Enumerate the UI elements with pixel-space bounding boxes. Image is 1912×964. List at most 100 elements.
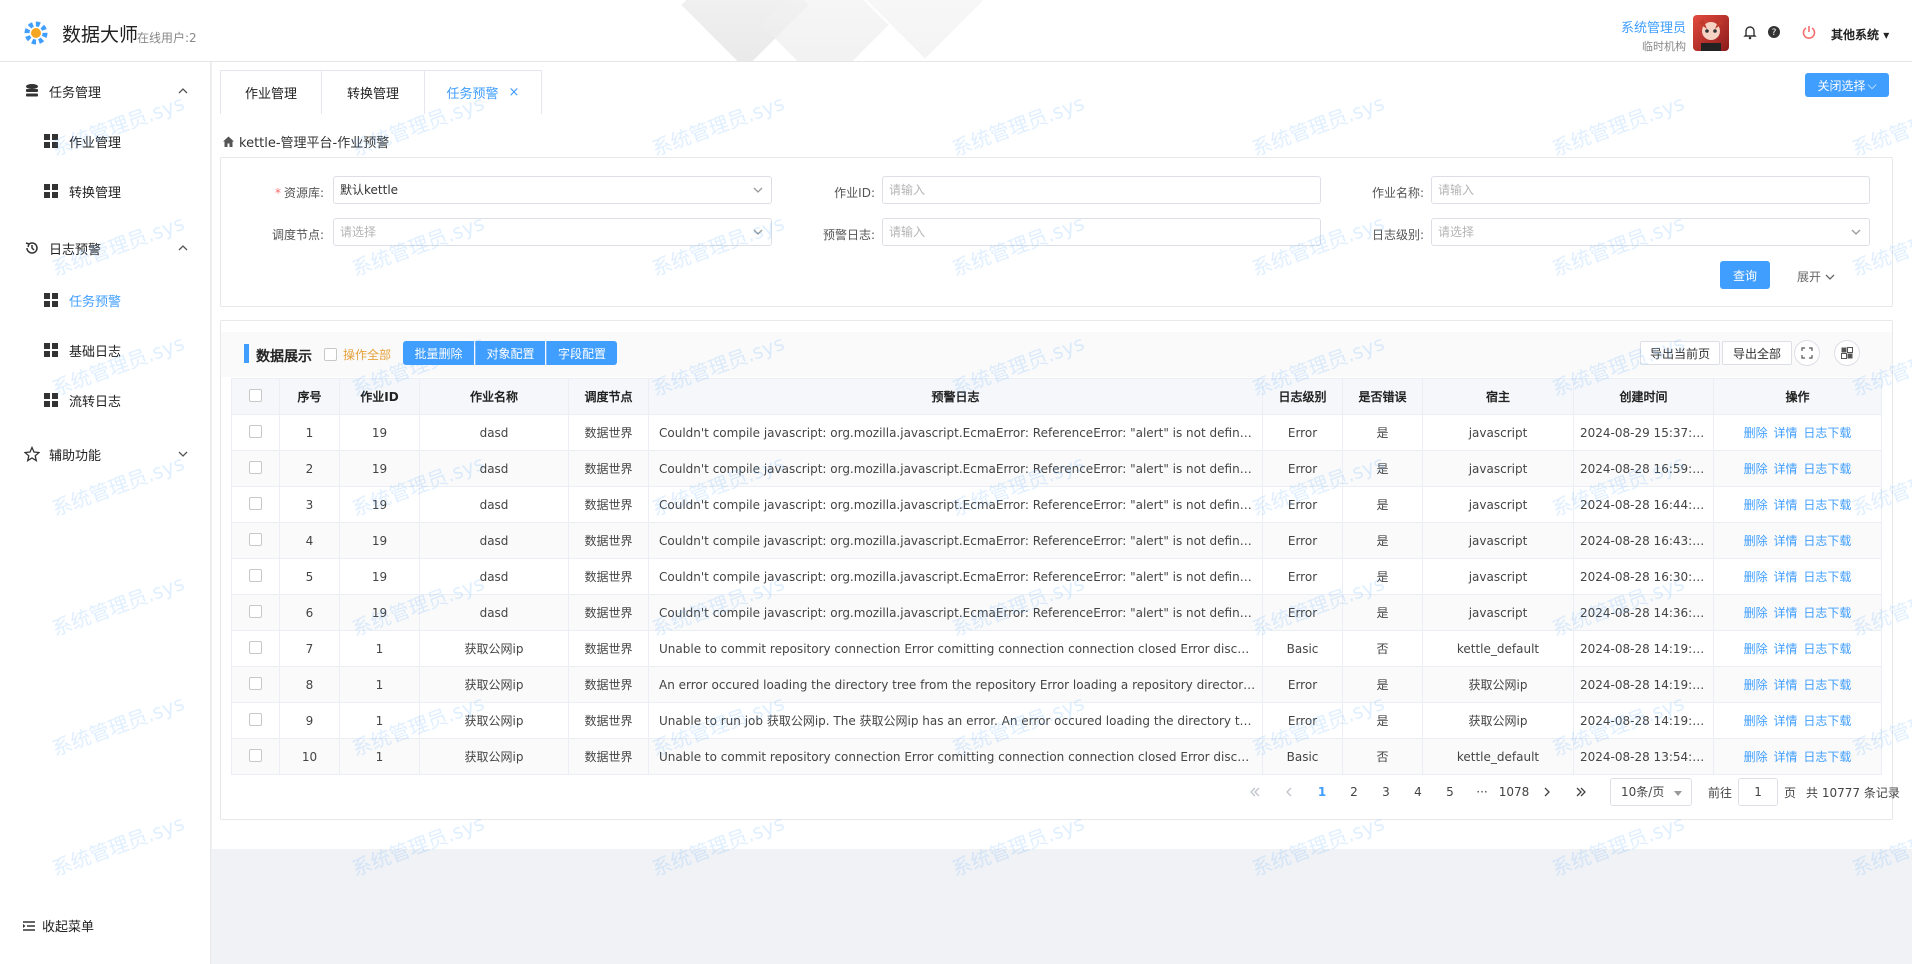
- delete-link[interactable]: 删除: [1744, 570, 1768, 584]
- job-name-input[interactable]: 请输入: [1431, 176, 1870, 204]
- detail-link[interactable]: 详情: [1773, 570, 1797, 584]
- detail-link[interactable]: 详情: [1773, 606, 1797, 620]
- resource-select[interactable]: 默认kettle: [333, 176, 772, 204]
- delete-link[interactable]: 删除: [1744, 498, 1768, 512]
- checkbox[interactable]: [249, 424, 262, 438]
- log-level-select[interactable]: 请选择: [1431, 218, 1870, 246]
- checkbox[interactable]: [249, 640, 262, 654]
- row-select[interactable]: [231, 414, 280, 451]
- avatar[interactable]: [1693, 15, 1729, 51]
- export-page-button[interactable]: 导出当前页: [1640, 341, 1720, 365]
- power-icon[interactable]: [1801, 24, 1817, 40]
- row-select[interactable]: [231, 522, 280, 559]
- checkbox[interactable]: [249, 532, 262, 546]
- delete-link[interactable]: 删除: [1744, 606, 1768, 620]
- page-number[interactable]: 3: [1370, 785, 1402, 799]
- log-download-link[interactable]: 日志下载: [1803, 750, 1851, 764]
- detail-link[interactable]: 详情: [1773, 678, 1797, 692]
- bell-icon[interactable]: [1742, 24, 1758, 40]
- batch-delete-button[interactable]: 批量删除: [403, 341, 474, 365]
- row-select[interactable]: [231, 702, 280, 739]
- detail-link[interactable]: 详情: [1773, 462, 1797, 476]
- log-download-link[interactable]: 日志下载: [1803, 426, 1851, 440]
- detail-link[interactable]: 详情: [1773, 498, 1797, 512]
- other-systems-dropdown[interactable]: 其他系统 ▾: [1831, 26, 1889, 43]
- page-number[interactable]: 1: [1306, 785, 1338, 799]
- page-number[interactable]: 5: [1434, 785, 1466, 799]
- log-download-link[interactable]: 日志下载: [1803, 606, 1851, 620]
- goto-page-input[interactable]: 1: [1738, 778, 1779, 806]
- detail-link[interactable]: 详情: [1773, 642, 1797, 656]
- close-selection-button[interactable]: 关闭选择 ⌵: [1805, 73, 1889, 97]
- detail-link[interactable]: 详情: [1773, 750, 1797, 764]
- delete-link[interactable]: 删除: [1744, 750, 1768, 764]
- query-button[interactable]: 查询: [1720, 261, 1770, 289]
- chevron-right-icon[interactable]: [1540, 785, 1554, 799]
- row-select[interactable]: [231, 486, 280, 523]
- log-download-link[interactable]: 日志下载: [1803, 498, 1851, 512]
- checkbox[interactable]: [249, 388, 262, 402]
- row-select[interactable]: [231, 450, 280, 487]
- user-name[interactable]: 系统管理员: [1621, 17, 1686, 36]
- sidebar-group-auxiliary[interactable]: 辅助功能: [0, 434, 211, 474]
- delete-link[interactable]: 删除: [1744, 462, 1768, 476]
- row-select[interactable]: [231, 738, 280, 775]
- export-all-button[interactable]: 导出全部: [1722, 341, 1792, 365]
- detail-link[interactable]: 详情: [1773, 714, 1797, 728]
- operate-all-checkbox[interactable]: 操作全部: [324, 346, 391, 363]
- page-number-last[interactable]: 1078: [1498, 785, 1530, 799]
- field-config-button[interactable]: 字段配置: [546, 341, 617, 365]
- detail-link[interactable]: 详情: [1773, 534, 1797, 548]
- log-download-link[interactable]: 日志下载: [1803, 678, 1851, 692]
- checkbox[interactable]: [249, 676, 262, 690]
- alert-log-input[interactable]: 请输入: [882, 218, 1321, 246]
- log-download-link[interactable]: 日志下载: [1803, 642, 1851, 656]
- page-number[interactable]: 2: [1338, 785, 1370, 799]
- sidebar-group-task-management[interactable]: 任务管理: [0, 71, 211, 111]
- log-download-link[interactable]: 日志下载: [1803, 714, 1851, 728]
- checkbox[interactable]: [249, 604, 262, 618]
- chevron-left-icon[interactable]: [1282, 785, 1296, 799]
- sidebar-item-transform-management[interactable]: 转换管理: [0, 171, 211, 211]
- double-chevron-right-icon[interactable]: [1574, 785, 1588, 799]
- close-icon[interactable]: ×: [509, 85, 520, 100]
- collapse-menu-button[interactable]: 收起菜单: [22, 916, 94, 935]
- tab-job-management[interactable]: 作业管理: [220, 70, 322, 114]
- tab-task-alert[interactable]: 任务预警 ×: [424, 70, 542, 114]
- column-layout-icon[interactable]: [1834, 340, 1860, 366]
- delete-link[interactable]: 删除: [1744, 534, 1768, 548]
- tab-transform-management[interactable]: 转换管理: [321, 70, 425, 114]
- log-download-link[interactable]: 日志下载: [1803, 570, 1851, 584]
- header-select-all[interactable]: [231, 378, 280, 415]
- expand-toggle[interactable]: 展开: [1797, 268, 1835, 285]
- sidebar-item-basic-log[interactable]: 基础日志: [0, 330, 211, 370]
- checkbox[interactable]: [249, 568, 262, 582]
- sidebar-item-task-alert[interactable]: 任务预警: [0, 280, 211, 320]
- row-select[interactable]: [231, 666, 280, 703]
- object-config-button[interactable]: 对象配置: [475, 341, 545, 365]
- row-select[interactable]: [231, 558, 280, 595]
- row-select[interactable]: [231, 630, 280, 667]
- sidebar-item-flow-log[interactable]: 流转日志: [0, 380, 211, 420]
- checkbox[interactable]: [324, 348, 337, 361]
- checkbox[interactable]: [249, 460, 262, 474]
- log-download-link[interactable]: 日志下载: [1803, 462, 1851, 476]
- help-icon[interactable]: ?: [1766, 24, 1782, 40]
- delete-link[interactable]: 删除: [1744, 642, 1768, 656]
- row-select[interactable]: [231, 594, 280, 631]
- node-select[interactable]: 请选择: [333, 218, 772, 246]
- page-number[interactable]: 4: [1402, 785, 1434, 799]
- job-id-input[interactable]: 请输入: [882, 176, 1321, 204]
- delete-link[interactable]: 删除: [1744, 678, 1768, 692]
- checkbox[interactable]: [249, 712, 262, 726]
- page-ellipsis[interactable]: ···: [1466, 785, 1498, 799]
- sidebar-item-job-management[interactable]: 作业管理: [0, 121, 211, 161]
- delete-link[interactable]: 删除: [1744, 426, 1768, 440]
- double-chevron-left-icon[interactable]: [1248, 785, 1262, 799]
- log-download-link[interactable]: 日志下载: [1803, 534, 1851, 548]
- checkbox[interactable]: [249, 496, 262, 510]
- page-size-select[interactable]: 10条/页: [1610, 778, 1692, 806]
- fullscreen-icon[interactable]: [1794, 340, 1820, 366]
- detail-link[interactable]: 详情: [1773, 426, 1797, 440]
- checkbox[interactable]: [249, 748, 262, 762]
